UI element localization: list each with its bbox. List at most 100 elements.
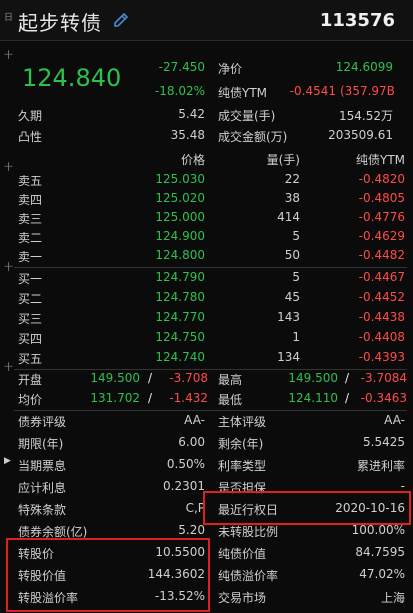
bid-label: 买三 (18, 312, 43, 326)
info-value: 0.2301 (163, 479, 205, 493)
duration-label: 久期 (18, 109, 43, 123)
high-ytm: -3.7084 (360, 371, 407, 385)
bid-price: 124.750 (155, 330, 205, 344)
bid-price: 124.790 (155, 270, 205, 284)
ask-qty: 38 (284, 191, 300, 205)
edit-icon[interactable] (112, 11, 130, 29)
side-mark-1[interactable]: 日 (4, 10, 13, 23)
open-ytm: -3.708 (169, 371, 208, 385)
summary-divider (14, 369, 407, 370)
ask-price: 125.020 (155, 191, 205, 205)
info-label: 利率类型 (218, 459, 267, 473)
info-divider (14, 410, 407, 411)
ask-price: 124.900 (155, 229, 205, 243)
bid-ytm: -0.4393 (358, 350, 405, 364)
info-value: AA- (184, 413, 205, 427)
low-label: 最低 (218, 393, 243, 407)
bid-qty: 45 (284, 290, 300, 304)
low-slash: / (345, 391, 350, 405)
volume-value: 154.52万 (339, 109, 393, 123)
bid-ytm: -0.4467 (358, 270, 405, 284)
ask-ytm: -0.4629 (358, 229, 405, 243)
ask-label: 卖二 (18, 231, 43, 245)
info-value: 5.20 (178, 523, 205, 537)
bid-label: 买四 (18, 332, 43, 346)
bid-ytm: -0.4408 (358, 330, 405, 344)
ask-label: 卖三 (18, 212, 43, 226)
highlight-conversion (6, 538, 210, 612)
side-mark-5[interactable]: 十 (4, 360, 13, 373)
info-value: 100.00% (351, 523, 405, 537)
bid-price: 124.780 (155, 290, 205, 304)
ytm-label: 纯债YTM (218, 86, 268, 100)
book-divider (14, 267, 407, 268)
info-label: 应计利息 (18, 481, 67, 495)
bond-quote-panel: 起步转债 113576 日 十 十 十 十 124.840 -27.450 -1… (0, 0, 413, 613)
info-value: 累进利率 (356, 459, 405, 473)
info-label: 未转股比例 (218, 525, 279, 539)
bid-price: 124.770 (155, 310, 205, 324)
bid-ytm: -0.4452 (358, 290, 405, 304)
net-price: 124.6099 (335, 60, 393, 74)
amount-value: 203509.61 (328, 128, 393, 142)
ask-qty: 22 (284, 172, 300, 186)
avg-slash: / (148, 391, 153, 405)
ask-qty: 50 (284, 248, 300, 262)
info-value: 5.5425 (363, 435, 405, 449)
bid-label: 买五 (18, 352, 43, 366)
ask-label: 卖一 (18, 250, 43, 264)
duration-value: 5.42 (178, 107, 205, 121)
info-label: 交易市场 (218, 591, 267, 605)
ask-ytm: -0.4482 (358, 248, 405, 262)
price-change-pct: -18.02% (154, 84, 205, 98)
high-label: 最高 (218, 373, 243, 387)
bond-title: 起步转债 (18, 11, 102, 35)
bond-code: 113576 (319, 10, 395, 31)
info-label: 特殊条款 (18, 503, 67, 517)
convexity-value: 35.48 (170, 128, 205, 142)
bid-qty: 143 (277, 310, 300, 324)
side-mark-2[interactable]: 十 (4, 48, 13, 61)
info-label: 剩余(年) (218, 437, 264, 451)
convexity-label: 凸性 (18, 130, 43, 144)
info-label: 纯债溢价率 (218, 569, 279, 583)
expand-arrow-icon[interactable]: ▶ (4, 456, 11, 466)
ask-qty: 5 (292, 229, 300, 243)
info-value: 上海 (380, 591, 405, 605)
info-label: 当期票息 (18, 459, 67, 473)
ytm-value: -0.4541 (289, 84, 336, 98)
high-slash: / (345, 371, 350, 385)
info-label: 债券评级 (18, 415, 67, 429)
ask-qty: 414 (277, 210, 300, 224)
avg-label: 均价 (18, 393, 43, 407)
open-slash: / (148, 371, 153, 385)
ask-label: 卖五 (18, 174, 43, 188)
info-value: 0.50% (166, 457, 205, 471)
highlight-exercise-date (203, 491, 411, 525)
bid-label: 买二 (18, 292, 43, 306)
book-header-qty: 量(手) (266, 153, 300, 167)
bid-label: 买一 (18, 272, 43, 286)
volume-label: 成交量(手) (218, 109, 276, 123)
low-ytm: -0.3463 (360, 391, 407, 405)
open-label: 开盘 (18, 373, 43, 387)
ask-label: 卖四 (18, 193, 43, 207)
bid-ytm: -0.4438 (358, 310, 405, 324)
info-label: 主体评级 (218, 415, 267, 429)
ask-ytm: -0.4805 (358, 191, 405, 205)
book-header-ytm: 纯债YTM (355, 153, 405, 167)
info-value: C,P (185, 501, 205, 515)
ask-price: 125.000 (155, 210, 205, 224)
bid-qty: 5 (292, 270, 300, 284)
ask-price: 124.800 (155, 248, 205, 262)
ask-price: 125.030 (155, 172, 205, 186)
price-change: -27.450 (158, 60, 205, 74)
amount-label: 成交金额(万) (218, 130, 288, 144)
bid-qty: 134 (277, 350, 300, 364)
avg-value: 131.702 (90, 391, 140, 405)
ask-ytm: -0.4776 (358, 210, 405, 224)
last-price: 124.840 (22, 64, 122, 92)
side-mark-4[interactable]: 十 (4, 260, 13, 273)
bid-qty: 1 (292, 330, 300, 344)
side-mark-3[interactable]: 十 (4, 160, 13, 173)
